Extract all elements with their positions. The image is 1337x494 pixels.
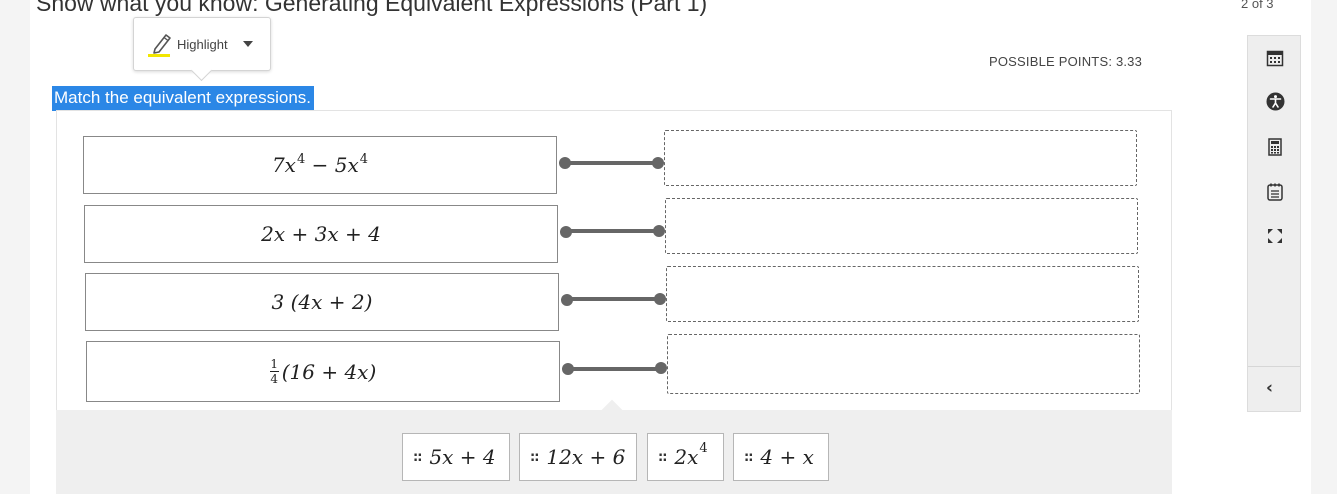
connector-dot-right-2 (653, 225, 665, 237)
tools-sidebar: ‹ (1247, 35, 1301, 412)
connector-dot-right-3 (654, 293, 666, 305)
drop-target-4[interactable] (667, 334, 1140, 394)
grip-icon: :: (413, 449, 422, 465)
grip-icon: :: (744, 449, 753, 465)
collapse-sidebar-button[interactable]: ‹ (1266, 378, 1273, 398)
answer-tile-1[interactable]: :: 5x + 4 (402, 433, 510, 481)
pencil-icon (146, 31, 174, 57)
drop-target-3[interactable] (666, 266, 1139, 322)
expr-text: 3 (4x + 2) (271, 290, 373, 314)
connector-line-3 (567, 297, 659, 301)
match-prompt-1: 7x4 − 5x4 (83, 136, 557, 194)
connector-dot-right-1 (652, 157, 664, 169)
page-title: Show what you know: Generating Equivalen… (36, 0, 708, 16)
tile-label: 2x (674, 445, 699, 469)
expr-text: (16 + 4x) (281, 359, 377, 384)
answer-tile-4[interactable]: :: 4 + x (733, 433, 829, 481)
calculator-icon[interactable] (1265, 137, 1285, 157)
question-prompt: Match the equivalent expressions. (52, 86, 315, 111)
match-prompt-3: 3 (4x + 2) (85, 273, 559, 331)
drop-target-2[interactable] (665, 198, 1138, 254)
highlight-label: Highlight (177, 36, 228, 52)
possible-points: POSSIBLE POINTS: 3.33 (989, 54, 1143, 69)
accessibility-icon[interactable] (1265, 91, 1285, 111)
grip-icon: :: (530, 449, 539, 465)
connector-line-4 (568, 367, 660, 371)
sidebar-divider (1248, 366, 1300, 367)
match-prompt-4: 1 4 (16 + 4x) (86, 341, 560, 402)
tile-label: 5x + 4 (429, 445, 496, 469)
highlight-tool[interactable]: Highlight (133, 17, 271, 71)
answer-tile-2[interactable]: :: 12x + 6 (519, 433, 637, 481)
expr-7x4: 7x4 − 5x4 (271, 152, 369, 177)
drop-target-1[interactable] (664, 130, 1137, 186)
grip-icon: :: (658, 449, 667, 465)
expr-text: 2x + 3x + 4 (261, 222, 381, 246)
notepad-icon[interactable] (1265, 181, 1285, 201)
calendar-icon[interactable] (1265, 48, 1285, 68)
tile-label: 4 + x (760, 445, 814, 469)
fraction: 14 (269, 357, 279, 386)
match-prompt-2: 2x + 3x + 4 (84, 205, 558, 263)
question-counter: 2 of 3 (1241, 0, 1274, 11)
answer-tile-3[interactable]: :: 2x 4 (647, 433, 724, 481)
tile-label: 12x + 6 (546, 445, 626, 469)
connector-line-2 (566, 229, 658, 233)
connector-line-1 (565, 161, 657, 165)
fullscreen-icon[interactable] (1265, 226, 1285, 246)
caret-down-icon[interactable] (242, 41, 253, 47)
connector-dot-right-4 (655, 362, 667, 374)
